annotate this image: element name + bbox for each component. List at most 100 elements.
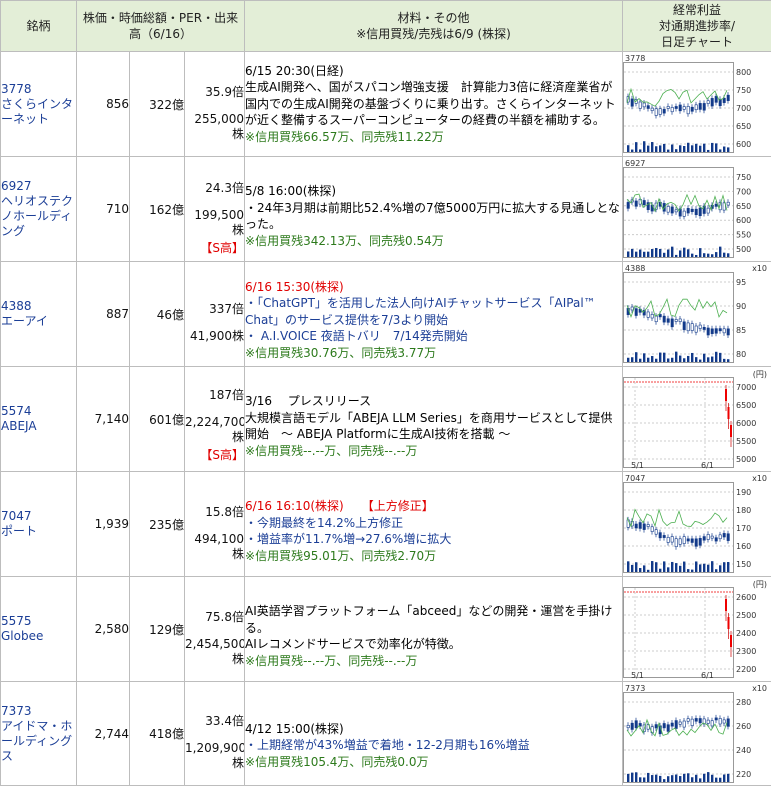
axis-tick-label: 2200 xyxy=(736,665,756,674)
per-volume-cell: 33.4倍1,209,900株 xyxy=(185,682,245,786)
chart-cell: 2802602402207373x10 xyxy=(623,682,771,786)
axis-tick-label: 85 xyxy=(736,326,746,335)
axis-tick-label: 240 xyxy=(736,746,751,755)
chart-code-label: 3778 xyxy=(625,54,645,63)
chart-cell: 700065006000550050005/16/1(円) xyxy=(623,367,771,472)
axis-tick-label: 280 xyxy=(736,698,751,707)
chart-code-label: 4388 xyxy=(625,264,645,273)
axis-tick-label: 500 xyxy=(736,245,751,254)
stock-name-cell[interactable]: 7373アイドマ・ホールディングス xyxy=(1,682,77,786)
axis-tick-label: 2400 xyxy=(736,629,756,638)
chart-code-label: 7047 xyxy=(625,474,645,483)
mcap-cell: 46億 xyxy=(130,262,185,367)
stop-high-badge: 【S高】 xyxy=(185,448,244,463)
price-cell: 710 xyxy=(77,157,130,262)
axis-tick-label: 750 xyxy=(736,86,751,95)
mini-chart[interactable]: 7507006506005505006927 xyxy=(623,159,768,259)
chart-unit-label: x10 xyxy=(752,264,767,273)
table-row: 6927ヘリオステクノホールディング 710 162億 24.3倍199,500… xyxy=(1,157,771,262)
mcap-cell: 162億 xyxy=(130,157,185,262)
chart-code-label: 7373 xyxy=(625,684,645,693)
axis-tick-label: 800 xyxy=(736,68,751,77)
axis-tick-label: 160 xyxy=(736,542,751,551)
axis-tick-label: 550 xyxy=(736,231,751,240)
mcap-cell: 418億 xyxy=(130,682,185,786)
news-cell: AI英語学習プラットフォーム「abceed」などの開発・運営を手掛ける。AIレコ… xyxy=(245,577,623,682)
price-cell: 887 xyxy=(77,262,130,367)
mini-chart[interactable]: 8007507006506003778 xyxy=(623,54,768,154)
axis-tick-label: 190 xyxy=(736,488,751,497)
table-row: 4388エーアイ 887 46億 337倍41,900株 6/16 15:30(… xyxy=(1,262,771,367)
per-volume-cell: 337倍41,900株 xyxy=(185,262,245,367)
mcap-cell: 601億 xyxy=(130,367,185,472)
chart-cell: 8007507006506003778 xyxy=(623,52,771,157)
axis-tick-label: 6500 xyxy=(736,401,756,410)
per-volume-cell: 35.9倍255,000株 xyxy=(185,52,245,157)
mcap-cell: 129億 xyxy=(130,577,185,682)
axis-tick-label: 260 xyxy=(736,722,751,731)
stock-name-cell[interactable]: 5575Globee xyxy=(1,577,77,682)
axis-tick-label: 5000 xyxy=(736,455,756,464)
chart-cell: 7507006506005505006927 xyxy=(623,157,771,262)
stock-table: 銘柄 株価・時価総額・PER・出来高（6/16） 材料・その他※信用買残/売残は… xyxy=(0,0,771,786)
axis-tick-label: 7000 xyxy=(736,383,756,392)
news-cell: 5/8 16:00(株探)・24年3月期は前期比52.4%増の7億5000万円に… xyxy=(245,157,623,262)
axis-date-label: 5/1 xyxy=(631,461,644,469)
header-name: 銘柄 xyxy=(1,1,77,52)
table-row: 5575Globee 2,580 129億 75.8倍2,454,500株 AI… xyxy=(1,577,771,682)
axis-tick-label: 150 xyxy=(736,560,751,569)
chart-unit-label: (円) xyxy=(753,369,767,380)
chart-svg: 280260240220 xyxy=(623,684,768,784)
stop-high-badge: 【S高】 xyxy=(185,241,244,256)
news-cell: 6/16 16:10(株探) 【上方修正】・今期最終を14.2%上方修正・増益率… xyxy=(245,472,623,577)
header-news: 材料・その他※信用買残/売残は6/9 (株探) xyxy=(245,1,623,52)
mini-chart[interactable]: 2802602402207373x10 xyxy=(623,684,768,784)
table-header: 銘柄 株価・時価総額・PER・出来高（6/16） 材料・その他※信用買残/売残は… xyxy=(1,1,771,52)
axis-tick-label: 750 xyxy=(736,173,751,182)
header-price: 株価・時価総額・PER・出来高（6/16） xyxy=(77,1,245,52)
chart-svg: 95908580 xyxy=(623,264,768,364)
table-row: 7373アイドマ・ホールディングス 2,744 418億 33.4倍1,209,… xyxy=(1,682,771,786)
chart-unit-label: x10 xyxy=(752,684,767,693)
price-cell: 2,580 xyxy=(77,577,130,682)
axis-tick-label: 2300 xyxy=(736,647,756,656)
stock-name-cell[interactable]: 5574ABEJA xyxy=(1,367,77,472)
axis-date-label: 6/1 xyxy=(701,671,714,679)
axis-tick-label: 650 xyxy=(736,202,751,211)
news-cell: 3/16 プレスリリース大規模言語モデル「ABEJA LLM Series」を商… xyxy=(245,367,623,472)
mini-chart[interactable]: 190 180 170 160 150 7047 x10 xyxy=(623,474,768,574)
mini-chart[interactable]: 260025002400230022005/16/1(円) xyxy=(623,579,768,679)
chart-unit-label: (円) xyxy=(753,579,767,590)
axis-tick-label: 700 xyxy=(736,187,751,196)
axis-tick-label: 600 xyxy=(736,216,751,225)
mini-chart[interactable]: 700065006000550050005/16/1(円) xyxy=(623,369,768,469)
table-row: 3778さくらインターネット 856 322億 35.9倍255,000株 6/… xyxy=(1,52,771,157)
header-chart: 経常利益対通期進捗率/日足チャート xyxy=(623,1,771,52)
axis-tick-label: 650 xyxy=(736,122,751,131)
axis-tick-label: 170 xyxy=(736,524,751,533)
price-cell: 7,140 xyxy=(77,367,130,472)
chart-svg: 800750700650600 xyxy=(623,54,768,154)
stock-name-cell[interactable]: 3778さくらインターネット xyxy=(1,52,77,157)
upward-revision-badge: 【上方修正】 xyxy=(368,499,434,513)
stock-name-cell[interactable]: 6927ヘリオステクノホールディング xyxy=(1,157,77,262)
mini-chart[interactable]: 959085804388x10 xyxy=(623,264,768,364)
axis-tick-label: 90 xyxy=(736,302,746,311)
per-volume-cell: 15.8倍494,100株 xyxy=(185,472,245,577)
axis-tick-label: 700 xyxy=(736,104,751,113)
axis-tick-label: 2500 xyxy=(736,611,756,620)
chart-cell: 190 180 170 160 150 7047 x10 xyxy=(623,472,771,577)
axis-tick-label: 180 xyxy=(736,506,751,515)
news-cell: 4/12 15:00(株探)・上期経常が43%増益で着地・12-2月期も16%増… xyxy=(245,682,623,786)
mcap-cell: 235億 xyxy=(130,472,185,577)
chart-unit-label: x10 xyxy=(752,474,767,483)
chart-svg: 700065006000550050005/16/1 xyxy=(623,369,768,469)
chart-cell: 959085804388x10 xyxy=(623,262,771,367)
axis-date-label: 5/1 xyxy=(631,671,644,679)
news-cell: 6/16 15:30(株探)・「ChatGPT」を活用した法人向けAIチャットサ… xyxy=(245,262,623,367)
stock-name-cell[interactable]: 4388エーアイ xyxy=(1,262,77,367)
chart-svg: 190 180 170 160 150 xyxy=(623,474,768,574)
stock-name-cell[interactable]: 7047ポート xyxy=(1,472,77,577)
news-cell: 6/15 20:30(日経)生成AI開発へ、国がスパコン増強支援 計算能力3倍に… xyxy=(245,52,623,157)
axis-tick-label: 5500 xyxy=(736,437,756,446)
